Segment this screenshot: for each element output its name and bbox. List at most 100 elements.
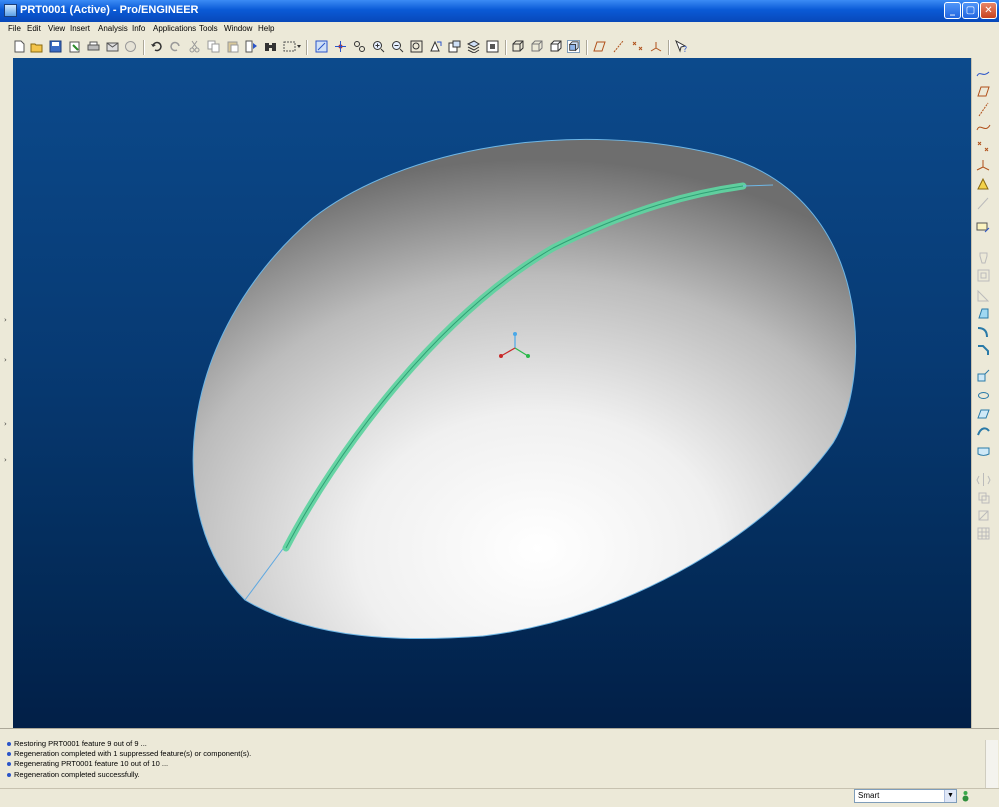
status-light-icon[interactable] (961, 790, 970, 802)
revolve-icon[interactable] (976, 388, 991, 403)
saved-views-icon[interactable] (448, 40, 461, 53)
message-area: Restoring PRT0001 feature 9 out of 9 ...… (0, 728, 999, 789)
selection-filter-value: Smart (858, 791, 880, 800)
hole-icon[interactable] (976, 250, 991, 265)
shell-icon[interactable] (976, 268, 991, 283)
expand-arrow-icon[interactable]: › (4, 356, 7, 364)
left-panel-strip[interactable]: › › › › (0, 58, 13, 728)
menu-help[interactable]: Help (258, 24, 274, 33)
repaint-icon[interactable] (315, 40, 328, 53)
open-icon[interactable] (30, 40, 43, 53)
minimize-button[interactable]: _ (944, 2, 961, 19)
email-attach-icon[interactable] (124, 40, 137, 53)
message-line: Regenerating PRT0001 feature 10 out of 1… (7, 759, 168, 768)
zoom-out-icon[interactable] (391, 40, 404, 53)
menu-tools[interactable]: Tools (199, 24, 218, 33)
menu-insert[interactable]: Insert (70, 24, 90, 33)
info-bullet-icon (7, 752, 11, 757)
rib-icon[interactable] (976, 288, 991, 303)
info-bullet-icon (7, 773, 11, 778)
coord-sys-icon[interactable] (650, 40, 663, 53)
title-bar: PRT0001 (Active) - Pro/ENGINEER _ ▢ ✕ (0, 0, 999, 22)
shading-icon[interactable] (567, 40, 580, 53)
message-line: Restoring PRT0001 feature 9 out of 9 ... (7, 739, 147, 748)
analysis-icon[interactable] (976, 176, 991, 191)
hidden-line-icon[interactable] (530, 40, 543, 53)
menu-view[interactable]: View (48, 24, 65, 33)
window-title: PRT0001 (Active) - Pro/ENGINEER (20, 4, 199, 16)
annotation-icon[interactable] (976, 196, 991, 211)
spin-center-icon[interactable] (334, 40, 347, 53)
menu-bar: File Edit View Insert Analysis Info Appl… (0, 22, 999, 37)
no-hidden-icon[interactable] (549, 40, 562, 53)
layers-icon[interactable] (467, 40, 480, 53)
expand-arrow-icon[interactable]: › (4, 456, 7, 464)
message-scrollbar[interactable] (985, 740, 998, 788)
feature-toolbar (971, 58, 999, 728)
paste-icon[interactable] (226, 40, 239, 53)
graphics-window[interactable] (13, 58, 971, 728)
refit-icon[interactable] (410, 40, 423, 53)
model-canvas[interactable] (13, 58, 971, 728)
menu-window[interactable]: Window (224, 24, 252, 33)
maximize-button[interactable]: ▢ (962, 2, 979, 19)
status-bar (0, 788, 999, 807)
app-icon[interactable] (4, 4, 17, 17)
wireframe-icon[interactable] (511, 40, 524, 53)
sketch-datum-icon[interactable] (976, 66, 991, 81)
find-icon[interactable] (264, 40, 277, 53)
email-icon[interactable] (106, 40, 119, 53)
info-bullet-icon (7, 742, 11, 747)
trim-icon[interactable] (976, 508, 991, 523)
context-help-icon[interactable]: ? (675, 40, 688, 53)
chevron-down-icon[interactable]: ▼ (944, 790, 956, 802)
menu-applications[interactable]: Applications (153, 24, 196, 33)
main-toolbar: ? (0, 37, 999, 59)
expand-arrow-icon[interactable]: › (4, 420, 7, 428)
ellipsoid-surface[interactable] (192, 138, 857, 640)
view-manager-icon[interactable] (486, 40, 499, 53)
extrude-icon[interactable] (976, 368, 991, 383)
orient-icon[interactable] (353, 40, 366, 53)
expand-arrow-icon[interactable]: › (4, 316, 7, 324)
datum-axes-icon[interactable] (612, 40, 625, 53)
datum-points-icon[interactable] (631, 40, 644, 53)
svg-text:?: ? (683, 45, 687, 53)
merge-icon[interactable] (976, 490, 991, 505)
menu-file[interactable]: File (8, 24, 21, 33)
cut-icon[interactable] (188, 40, 201, 53)
close-button[interactable]: ✕ (980, 2, 997, 19)
reorient-icon[interactable] (429, 40, 442, 53)
mirror-icon[interactable] (976, 472, 991, 487)
sketch-icon[interactable] (976, 220, 991, 235)
datum-axis-icon[interactable] (976, 102, 991, 117)
save-icon[interactable] (49, 40, 62, 53)
boundary-icon[interactable] (976, 444, 991, 459)
datum-point-icon[interactable] (976, 140, 991, 155)
zoom-in-icon[interactable] (372, 40, 385, 53)
copy-icon[interactable] (207, 40, 220, 53)
info-bullet-icon (7, 762, 11, 767)
blend-icon[interactable] (976, 424, 991, 439)
draft-icon[interactable] (976, 306, 991, 321)
sweep-icon[interactable] (976, 406, 991, 421)
new-icon[interactable] (13, 40, 26, 53)
menu-info[interactable]: Info (132, 24, 145, 33)
round-icon[interactable] (976, 324, 991, 339)
datum-plane-icon[interactable] (976, 84, 991, 99)
menu-edit[interactable]: Edit (27, 24, 41, 33)
print-icon[interactable] (87, 40, 100, 53)
save-copy-icon[interactable] (68, 40, 81, 53)
datum-curve-icon[interactable] (976, 120, 991, 135)
menu-analysis[interactable]: Analysis (98, 24, 128, 33)
redo-icon[interactable] (169, 40, 182, 53)
regenerate-icon[interactable] (245, 40, 258, 53)
select-box-icon[interactable] (283, 40, 302, 53)
datum-csys-icon[interactable] (976, 158, 991, 173)
chamfer-icon[interactable] (976, 342, 991, 357)
selection-filter-dropdown[interactable]: Smart ▼ (854, 789, 957, 803)
datum-planes-icon[interactable] (593, 40, 606, 53)
undo-icon[interactable] (150, 40, 163, 53)
pattern-icon[interactable] (976, 526, 991, 541)
message-line: Regeneration completed with 1 suppressed… (7, 749, 251, 758)
